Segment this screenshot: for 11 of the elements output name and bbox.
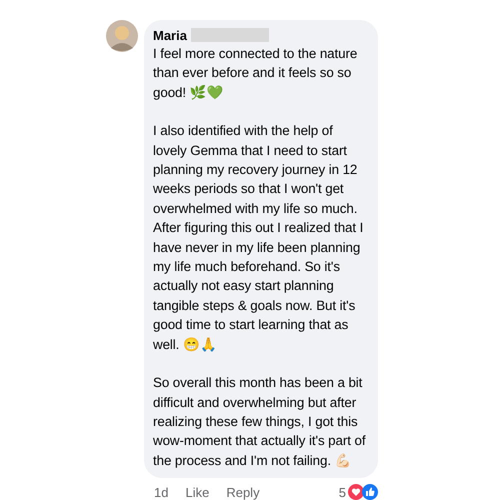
author-name[interactable]: Maria bbox=[153, 28, 187, 42]
reply-link[interactable]: Reply bbox=[226, 484, 260, 500]
comment-paragraph: I feel more connected to the nature than ever before and it feels so so good! 🌿💚 bbox=[153, 45, 358, 102]
like-link[interactable]: Like bbox=[185, 484, 210, 500]
comment-paragraph: I also identified with the help of lovely Gemma that I need to start planning my recovery journey in 12 weeks periods so that I won't get overwhelmed with my life so much. After figuring this out I realized that I have never in my life been planning my life much beforehand. So it's actually not easy start planning tangible steps & goals now. But it's good time to start learning that as well. 😁🙏 bbox=[153, 122, 364, 354]
avatar[interactable] bbox=[106, 20, 138, 52]
heart-icon bbox=[348, 484, 364, 500]
reaction-count[interactable]: 5 bbox=[338, 484, 346, 500]
thumbs-up-icon bbox=[362, 484, 378, 500]
comment-paragraph: So overall this month has been a bit difficult and overwhelming but after realizing these few things, I got this wow-moment that actually it's part of the process and I'm not failing. 💪🏻 bbox=[153, 374, 367, 470]
timestamp[interactable]: 1d bbox=[154, 484, 168, 500]
